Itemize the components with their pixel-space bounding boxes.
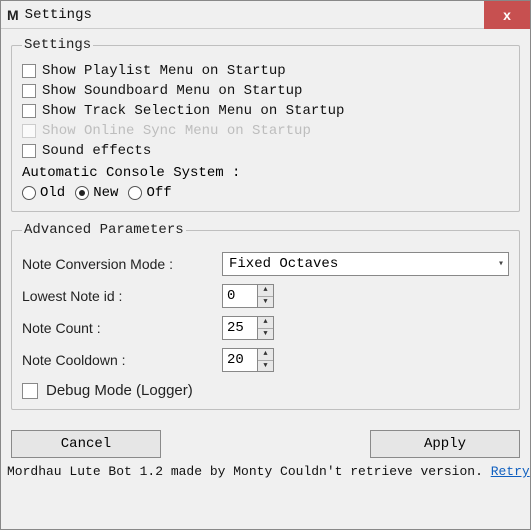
acs-label: Automatic Console System :	[22, 165, 509, 181]
close-button[interactable]: x	[484, 1, 530, 29]
note-count-label: Note Count :	[22, 320, 222, 336]
radio-icon[interactable]	[22, 186, 36, 200]
spinner-down-icon[interactable]: ▼	[258, 297, 273, 308]
spinner-up-icon[interactable]: ▲	[258, 285, 273, 297]
window-title: Settings	[25, 7, 92, 23]
lowest-note-spinner[interactable]: 0 ▲ ▼	[222, 284, 274, 308]
close-icon: x	[503, 7, 511, 23]
checkbox-icon[interactable]	[22, 144, 36, 158]
note-cooldown-label: Note Cooldown :	[22, 352, 222, 368]
button-label: Cancel	[61, 436, 111, 452]
acs-radio-group: Old New Off	[22, 185, 509, 201]
check-label: Show Track Selection Menu on Startup	[42, 103, 344, 119]
apply-button[interactable]: Apply	[370, 430, 520, 458]
advanced-group: Advanced Parameters Note Conversion Mode…	[11, 222, 520, 410]
checkbox-icon[interactable]	[22, 104, 36, 118]
radio-icon[interactable]	[75, 186, 89, 200]
advanced-legend: Advanced Parameters	[22, 222, 186, 238]
radio-icon[interactable]	[128, 186, 142, 200]
status-text: Mordhau Lute Bot 1.2 made by Monty Could…	[7, 464, 491, 479]
check-label: Sound effects	[42, 143, 151, 159]
radio-new[interactable]: New	[75, 185, 118, 201]
radio-off[interactable]: Off	[128, 185, 171, 201]
check-sound-effects[interactable]: Sound effects	[22, 143, 509, 159]
radio-label: New	[93, 185, 118, 201]
note-conversion-combo[interactable]: Fixed Octaves ▾	[222, 252, 509, 276]
checkbox-icon	[22, 124, 36, 138]
button-row: Cancel Apply	[1, 424, 530, 462]
check-show-soundboard[interactable]: Show Soundboard Menu on Startup	[22, 83, 509, 99]
lowest-note-label: Lowest Note id :	[22, 288, 222, 304]
spinner-up-icon[interactable]: ▲	[258, 349, 273, 361]
note-conversion-label: Note Conversion Mode :	[22, 256, 222, 272]
check-label: Show Online Sync Menu on Startup	[42, 123, 311, 139]
checkbox-icon[interactable]	[22, 64, 36, 78]
settings-legend: Settings	[22, 37, 93, 53]
check-label: Show Soundboard Menu on Startup	[42, 83, 302, 99]
check-show-online-sync: Show Online Sync Menu on Startup	[22, 123, 509, 139]
note-count-spinner[interactable]: 25 ▲ ▼	[222, 316, 274, 340]
check-show-playlist[interactable]: Show Playlist Menu on Startup	[22, 63, 509, 79]
spinner-value[interactable]: 25	[222, 316, 258, 340]
spinner-down-icon[interactable]: ▼	[258, 361, 273, 372]
radio-label: Off	[146, 185, 171, 201]
radio-old[interactable]: Old	[22, 185, 65, 201]
chevron-down-icon: ▾	[498, 258, 504, 270]
title-bar: M Settings x	[1, 1, 530, 29]
spinner-up-icon[interactable]: ▲	[258, 317, 273, 329]
settings-window: M Settings x Settings Show Playlist Menu…	[0, 0, 531, 530]
check-label: Show Playlist Menu on Startup	[42, 63, 286, 79]
debug-label: Debug Mode (Logger)	[46, 382, 193, 399]
note-cooldown-spinner[interactable]: 20 ▲ ▼	[222, 348, 274, 372]
spinner-value[interactable]: 20	[222, 348, 258, 372]
retry-link[interactable]: Retry	[491, 464, 530, 479]
cancel-button[interactable]: Cancel	[11, 430, 161, 458]
button-label: Apply	[424, 436, 466, 452]
combo-value: Fixed Octaves	[229, 256, 338, 272]
spinner-down-icon[interactable]: ▼	[258, 329, 273, 340]
status-bar: Mordhau Lute Bot 1.2 made by Monty Could…	[1, 462, 530, 485]
check-show-track-selection[interactable]: Show Track Selection Menu on Startup	[22, 103, 509, 119]
settings-group: Settings Show Playlist Menu on Startup S…	[11, 37, 520, 212]
app-icon: M	[7, 7, 19, 23]
checkbox-icon[interactable]	[22, 84, 36, 98]
check-debug-mode[interactable]: Debug Mode (Logger)	[22, 382, 509, 399]
radio-label: Old	[40, 185, 65, 201]
checkbox-icon[interactable]	[22, 383, 38, 399]
spinner-value[interactable]: 0	[222, 284, 258, 308]
